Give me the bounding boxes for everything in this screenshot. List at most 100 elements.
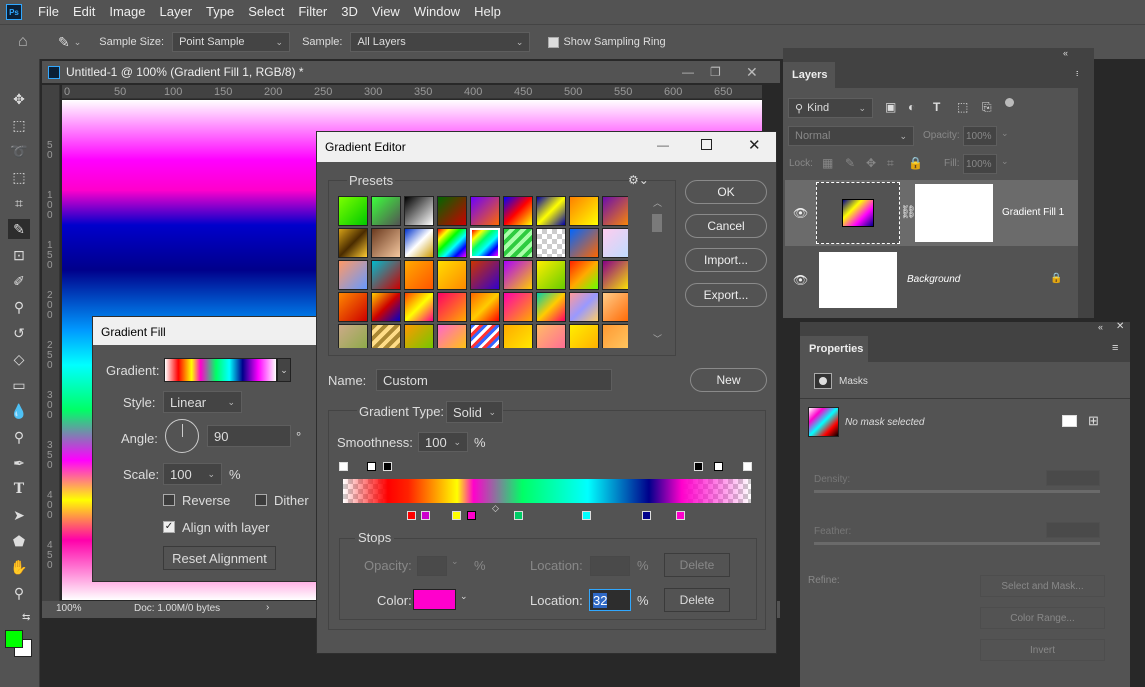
zoom-tool-icon[interactable]: ⚲ [8,583,30,603]
blur-tool-icon[interactable]: 💧 [8,401,30,421]
preset-swatch[interactable] [338,260,368,290]
preset-swatch[interactable] [569,228,599,258]
pen-tool-icon[interactable]: ✒ [8,453,30,473]
zoom-level[interactable]: 100% [56,603,82,614]
type-tool-icon[interactable]: T [8,479,30,499]
document-tab[interactable]: Untitled-1 @ 100% (Gradient Fill 1, RGB/… [42,61,780,83]
pixel-mask-icon[interactable] [1062,415,1077,427]
preset-swatch[interactable] [569,260,599,290]
pixel-filter-icon[interactable]: ▣ [885,100,896,114]
reverse-checkbox[interactable] [163,494,175,506]
import-button[interactable]: Import... [685,248,767,272]
preset-swatch[interactable] [437,228,467,258]
gradient-dropdown[interactable]: ⌄ [277,358,291,382]
presets-label[interactable]: Presets [347,173,396,188]
color-delete-button[interactable]: Delete [664,588,730,612]
preset-swatch[interactable] [338,196,368,226]
opacity-stop[interactable] [743,462,752,471]
visibility-eye-icon[interactable]: 👁 [793,273,808,287]
frame-tool-icon[interactable]: ⊡ [8,245,30,265]
preset-swatch[interactable] [602,228,628,258]
menu-view[interactable]: View [365,0,407,24]
preset-swatch[interactable] [503,228,533,258]
preset-swatch[interactable] [569,292,599,322]
stamp-tool-icon[interactable]: ⚲ [8,297,30,317]
preset-swatch[interactable] [536,292,566,322]
preset-swatch[interactable] [602,292,628,322]
sample-select[interactable]: All Layers ⌄ [350,32,531,52]
presets-scrollbar[interactable]: ︿ ﹀ [650,196,664,348]
path-select-tool-icon[interactable]: ➤ [8,505,30,525]
chevron-down-icon[interactable]: ﹀ [653,332,662,345]
gradient-swatch[interactable] [164,358,277,382]
preset-swatch[interactable] [470,228,500,258]
preset-swatch[interactable] [569,324,599,348]
layer-row[interactable]: 👁 Background 🔒 [785,247,1078,313]
chevron-right-icon[interactable]: › [266,602,269,613]
preset-swatch[interactable] [437,196,467,226]
gradient-fill-title-bar[interactable]: Gradient Fill [93,317,318,345]
move-tool-icon[interactable]: ✥ [8,89,30,109]
color-stop[interactable] [467,511,476,520]
preset-swatch[interactable] [470,196,500,226]
scrollbar-thumb[interactable] [652,214,662,232]
color-stop[interactable] [582,511,591,520]
smoothness-input[interactable]: 100 ⌄ [418,432,468,452]
minimize-icon[interactable]: — [657,138,669,152]
preset-swatch[interactable] [536,260,566,290]
dodge-tool-icon[interactable]: ⚲ [8,427,30,447]
chevron-down-icon[interactable]: ⌄ [460,591,468,602]
preset-swatch[interactable] [404,260,434,290]
marquee-tool-icon[interactable]: ⬚ [8,115,30,135]
opacity-stop[interactable] [383,462,392,471]
preset-swatch[interactable] [470,260,500,290]
menu-help[interactable]: Help [467,0,508,24]
history-brush-icon[interactable]: ↺ [8,323,30,343]
layer-row[interactable]: 👁 ⛓ Gradient Fill 1 [785,180,1078,246]
tab-properties[interactable]: Properties [800,336,868,362]
preset-swatch[interactable] [470,324,500,348]
color-stop[interactable] [407,511,416,520]
collapse-panel-icon[interactable]: « [1063,48,1068,58]
menu-type[interactable]: Type [199,0,241,24]
minimize-icon[interactable]: — [682,65,694,79]
preset-swatch[interactable] [338,292,368,322]
color-swatch[interactable] [413,589,456,610]
layer-name[interactable]: Gradient Fill 1 [1002,207,1064,218]
swap-colors-icon[interactable]: ⇆ [22,612,30,623]
close-icon[interactable]: ✕ [748,136,761,154]
preset-swatch[interactable] [536,324,566,348]
layer-name[interactable]: Background [907,274,960,285]
opacity-stop[interactable] [694,462,703,471]
shape-tool-icon[interactable]: ⬟ [8,531,30,551]
preset-swatch[interactable] [602,196,628,226]
home-icon[interactable]: ⌂ [18,33,38,51]
adjustment-filter-icon[interactable]: ◐ [908,100,915,114]
lasso-tool-icon[interactable]: ➰ [8,141,30,161]
opacity-stop[interactable] [339,462,348,471]
color-stop[interactable] [676,511,685,520]
preset-swatch[interactable] [404,324,434,348]
gradient-editor-title-bar[interactable]: Gradient Editor — ✕ [317,132,776,162]
menu-edit[interactable]: Edit [66,0,102,24]
smart-object-filter-icon[interactable]: ⎘ [982,100,992,115]
color-stop[interactable] [452,511,461,520]
gradient-bar[interactable] [343,479,751,503]
visibility-eye-icon[interactable]: 👁 [793,206,808,220]
filter-toggle-icon[interactable] [1005,98,1014,107]
align-checkbox[interactable]: ✓ [163,521,175,533]
maximize-icon[interactable] [701,139,712,150]
close-panel-icon[interactable]: ✕ [1116,321,1124,332]
preset-swatch[interactable] [371,228,401,258]
close-icon[interactable]: ✕ [746,64,758,81]
chevron-down-icon[interactable]: ⌄ [207,469,215,480]
preset-swatch[interactable] [536,196,566,226]
preset-swatch[interactable] [371,196,401,226]
preset-swatch[interactable] [437,260,467,290]
tab-layers[interactable]: Layers [783,62,835,88]
gradient-tool-icon[interactable]: ▭ [8,375,30,395]
preset-swatch[interactable] [437,324,467,348]
gear-icon[interactable]: ⚙⌄ [628,173,649,187]
type-filter-icon[interactable]: T [933,100,940,114]
menu-image[interactable]: Image [102,0,152,24]
